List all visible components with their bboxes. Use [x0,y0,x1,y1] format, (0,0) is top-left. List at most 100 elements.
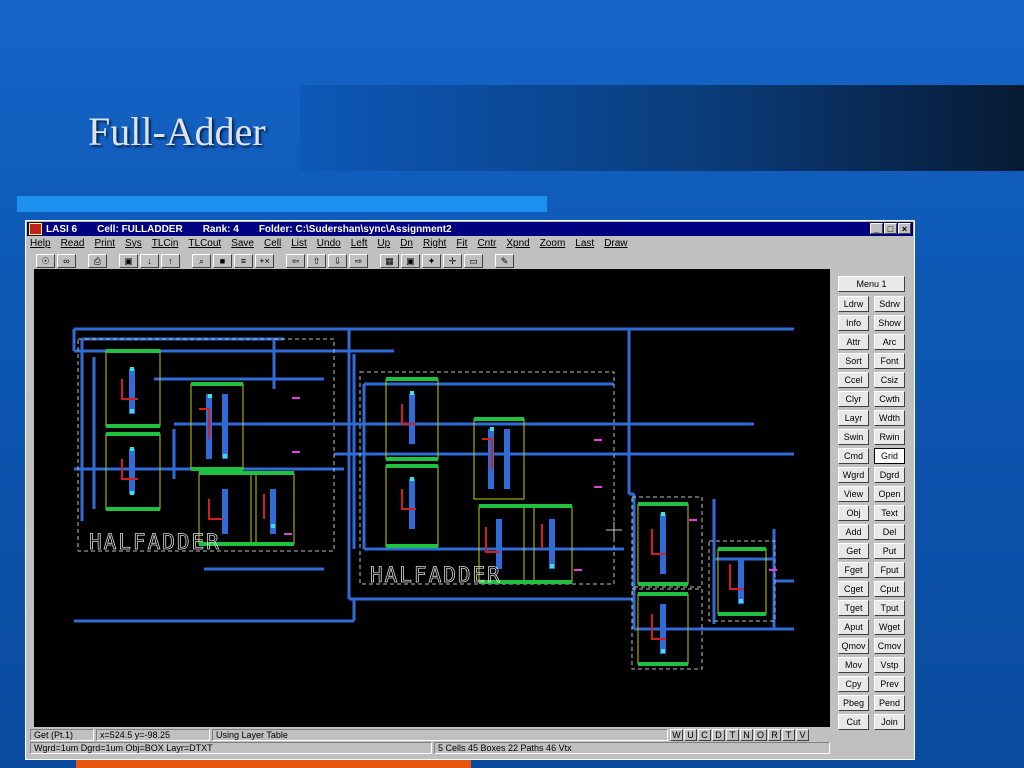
menu-item-draw[interactable]: Draw [604,238,627,249]
cmd-button-obj[interactable]: Obj [838,505,869,521]
menu-item-print[interactable]: Print [94,238,115,249]
cmd-button-wgrd[interactable]: Wgrd [838,467,869,483]
cmd-button-add[interactable]: Add [838,524,869,540]
cmd-button-cmov[interactable]: Cmov [874,638,905,654]
cmd-button-swin[interactable]: Swin [838,429,869,445]
cmd-button-ldrw[interactable]: Ldrw [838,296,869,312]
menu-item-cell[interactable]: Cell [264,238,281,249]
layer-flag-u[interactable]: U [684,729,697,741]
cmd-button-del[interactable]: Del [874,524,905,540]
cross-icon[interactable]: +× [255,254,274,268]
cmd-button-cput[interactable]: Cput [874,581,905,597]
move-icon[interactable]: ✛ [443,254,462,268]
cmd-button-cmd[interactable]: Cmd [838,448,869,464]
save-icon[interactable]: ■ [213,254,232,268]
cmd-button-vstp[interactable]: Vstp [874,657,905,673]
cmd-button-prev[interactable]: Prev [874,676,905,692]
arrow-down-icon[interactable]: ⇩ [328,254,347,268]
cmd-button-fget[interactable]: Fget [838,562,869,578]
zoom-icon[interactable]: ⌕ [192,254,211,268]
center-icon[interactable]: ▣ [401,254,420,268]
menu-item-sys[interactable]: Sys [125,238,142,249]
cmd-button-get[interactable]: Get [838,543,869,559]
cmd-button-attr[interactable]: Attr [838,334,869,350]
printer-icon[interactable]: ⎙ [88,254,107,268]
maximize-button[interactable]: □ [884,223,897,234]
cmd-button-show[interactable]: Show [874,315,905,331]
cmd-button-layr[interactable]: Layr [838,410,869,426]
cmd-button-wdth[interactable]: Wdth [874,410,905,426]
cmd-button-pend[interactable]: Pend [874,695,905,711]
cmd-button-arc[interactable]: Arc [874,334,905,350]
tlc-out-icon[interactable]: ↑ [161,254,180,268]
menu-item-help[interactable]: Help [30,238,51,249]
menu-item-save[interactable]: Save [231,238,254,249]
minimize-button[interactable]: _ [870,223,883,234]
cmd-button-join[interactable]: Join [874,714,905,730]
cmd-button-put[interactable]: Put [874,543,905,559]
window-icon[interactable]: ▣ [119,254,138,268]
menu-item-last[interactable]: Last [575,238,594,249]
cmd-button-pbeg[interactable]: Pbeg [838,695,869,711]
menu-item-tlcout[interactable]: TLCout [188,238,221,249]
cmd-button-mov[interactable]: Mov [838,657,869,673]
layer-flag-o[interactable]: O [754,729,767,741]
expand-icon[interactable]: ✦ [422,254,441,268]
menu1-button[interactable]: Menu 1 [838,276,905,292]
menu-item-left[interactable]: Left [351,238,368,249]
cmd-button-open[interactable]: Open [874,486,905,502]
cmd-button-cpy[interactable]: Cpy [838,676,869,692]
cmd-button-cut[interactable]: Cut [838,714,869,730]
menu-item-read[interactable]: Read [61,238,85,249]
glasses-icon[interactable]: ∞ [57,254,76,268]
arrow-left-icon[interactable]: ⇦ [286,254,305,268]
cmd-button-wget[interactable]: Wget [874,619,905,635]
cmd-button-dgrd[interactable]: Dgrd [874,467,905,483]
cmd-button-info[interactable]: Info [838,315,869,331]
cmd-button-ccel[interactable]: Ccel [838,372,869,388]
draw-pencil-icon[interactable]: ✎ [495,254,514,268]
layer-flag-n[interactable]: N [740,729,753,741]
cmd-button-grid[interactable]: Grid [874,448,905,464]
list-icon[interactable]: ≡ [234,254,253,268]
cmd-button-cwth[interactable]: Cwth [874,391,905,407]
menu-item-tlcin[interactable]: TLCin [152,238,179,249]
menu-item-zoom[interactable]: Zoom [540,238,566,249]
menu-item-right[interactable]: Right [423,238,446,249]
menu-item-dn[interactable]: Dn [400,238,413,249]
cmd-button-tput[interactable]: Tput [874,600,905,616]
lightbulb-icon[interactable]: ☉ [36,254,55,268]
layer-flag-t[interactable]: T [782,729,795,741]
menu-item-cntr[interactable]: Cntr [477,238,496,249]
menu-item-fit[interactable]: Fit [456,238,467,249]
cmd-button-clyr[interactable]: Clyr [838,391,869,407]
lasi-app-icon[interactable] [29,223,42,235]
layer-flag-r[interactable]: R [768,729,781,741]
last-icon[interactable]: ▭ [464,254,483,268]
cmd-button-text[interactable]: Text [874,505,905,521]
tlc-in-icon[interactable]: ↓ [140,254,159,268]
layer-flag-v[interactable]: V [796,729,809,741]
arrow-right-icon[interactable]: ⇨ [349,254,368,268]
title-bar[interactable]: LASI 6 Cell: FULLADDER Rank: 4 Folder: C… [27,222,913,236]
menu-item-undo[interactable]: Undo [317,238,341,249]
cmd-button-view[interactable]: View [838,486,869,502]
layer-flag-c[interactable]: C [698,729,711,741]
cmd-button-csiz[interactable]: Csiz [874,372,905,388]
cmd-button-sdrw[interactable]: Sdrw [874,296,905,312]
layer-flag-w[interactable]: W [670,729,683,741]
arrow-up-icon[interactable]: ⇧ [307,254,326,268]
cmd-button-font[interactable]: Font [874,353,905,369]
cmd-button-aput[interactable]: Aput [838,619,869,635]
menu-item-up[interactable]: Up [377,238,390,249]
fit-icon[interactable]: ▦ [380,254,399,268]
cmd-button-cget[interactable]: Cget [838,581,869,597]
menu-item-xpnd[interactable]: Xpnd [506,238,529,249]
cmd-button-sort[interactable]: Sort [838,353,869,369]
cmd-button-qmov[interactable]: Qmov [838,638,869,654]
close-button[interactable]: × [898,223,911,234]
cmd-button-rwin[interactable]: Rwin [874,429,905,445]
cmd-button-tget[interactable]: Tget [838,600,869,616]
layer-flag-t[interactable]: T [726,729,739,741]
menu-item-list[interactable]: List [291,238,307,249]
